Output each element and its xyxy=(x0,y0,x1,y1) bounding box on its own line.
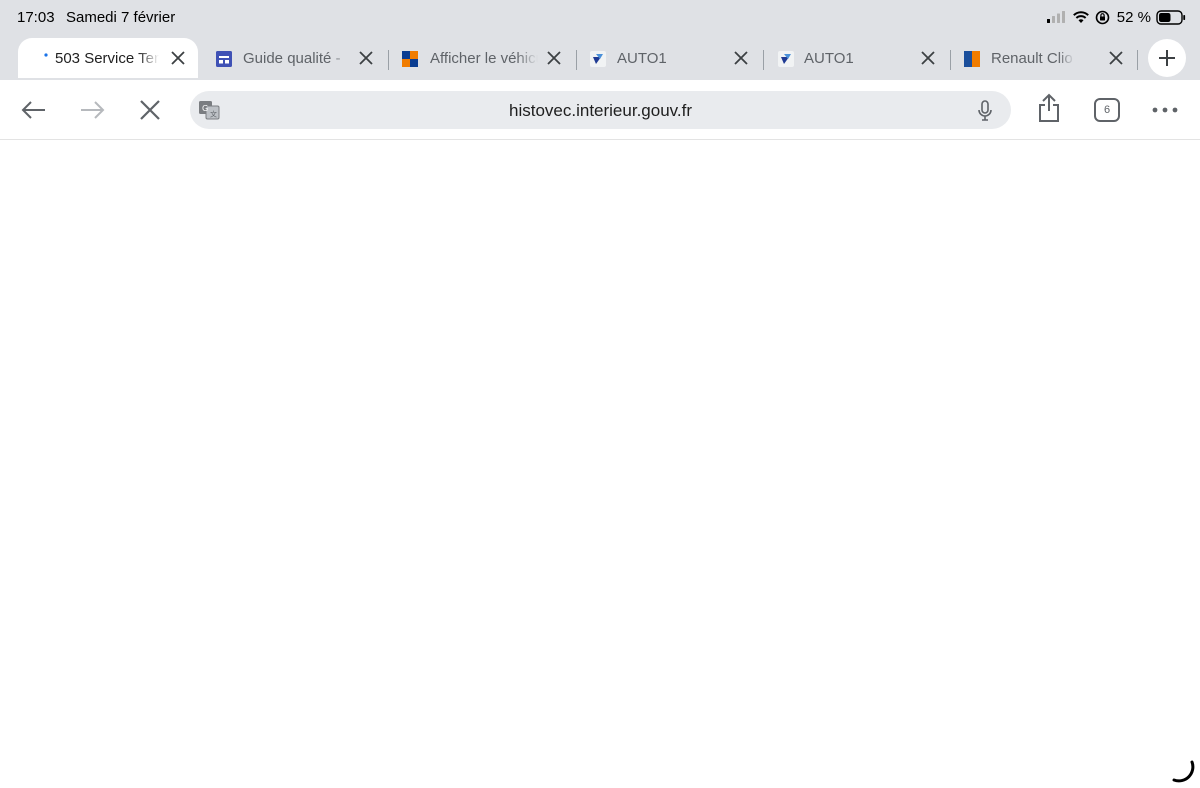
status-bar: 17:03 Samedi 7 février 52 % xyxy=(0,0,1200,34)
wifi-icon xyxy=(1072,11,1089,23)
tab-title: 503 Service Temporarily Unavailable xyxy=(55,50,159,67)
share-icon xyxy=(1039,93,1059,122)
tab-afficher-vehicule[interactable]: Afficher le véhicule xyxy=(396,38,574,78)
browser-chrome: 17:03 Samedi 7 février 52 % 503 Service … xyxy=(0,0,1200,140)
battery-icon xyxy=(1156,9,1186,25)
tab-strip: 503 Service Temporarily Unavailable Guid… xyxy=(0,36,1200,80)
close-icon[interactable] xyxy=(358,50,374,66)
page-content xyxy=(0,141,1200,788)
tab-separator xyxy=(1137,50,1138,70)
cellular-signal-icon xyxy=(1046,11,1065,23)
tab-guide-qualite[interactable]: Guide qualité - xyxy=(210,38,386,78)
more-horizontal-icon xyxy=(1152,107,1178,113)
tab-title: Afficher le véhicule xyxy=(430,50,538,67)
tab-auto1-second[interactable]: AUTO1 xyxy=(772,38,948,78)
plus-icon xyxy=(1159,50,1175,66)
stop-loading-button[interactable] xyxy=(136,96,164,124)
status-indicators: 52 % xyxy=(1046,8,1186,26)
url-text[interactable]: histovec.interieur.gouv.fr xyxy=(190,101,1011,121)
close-icon[interactable] xyxy=(920,50,936,66)
auto1-logo-icon xyxy=(778,51,794,67)
new-tab-button[interactable] xyxy=(1148,39,1186,77)
close-icon[interactable] xyxy=(1108,50,1124,66)
tab-title: AUTO1 xyxy=(617,50,667,67)
close-icon[interactable] xyxy=(170,50,186,66)
back-button[interactable] xyxy=(20,96,48,124)
close-icon[interactable] xyxy=(546,50,562,66)
tab-title: Renault Clio 0.9 xyxy=(991,50,1075,67)
battery-percent: 52 % xyxy=(1116,8,1151,26)
status-date: Samedi 7 février xyxy=(66,9,176,26)
tab-separator xyxy=(763,50,764,70)
close-icon[interactable] xyxy=(733,50,749,66)
address-bar[interactable]: G 文 histovec.interieur.gouv.fr xyxy=(190,91,1011,129)
loading-dot-icon xyxy=(44,53,48,57)
microphone-icon[interactable] xyxy=(977,100,993,122)
auto1-logo-icon xyxy=(590,51,606,67)
tab-renault-clio[interactable]: Renault Clio 0.9 xyxy=(958,38,1134,78)
share-button[interactable] xyxy=(1035,93,1063,122)
arrow-right-icon xyxy=(81,101,105,119)
status-time: 17:03 xyxy=(17,9,55,26)
toolbar: G 文 histovec.interieur.gouv.fr 6 xyxy=(0,80,1200,140)
tab-switcher-button[interactable]: 6 xyxy=(1094,98,1120,122)
calendar-app-icon xyxy=(216,51,232,67)
tab-separator xyxy=(950,50,951,70)
tab-separator xyxy=(576,50,577,70)
forward-button[interactable] xyxy=(78,96,106,124)
blue-orange-split-icon xyxy=(964,51,980,67)
tab-separator xyxy=(388,50,389,70)
blue-orange-squares-icon xyxy=(402,51,418,67)
tab-title: Guide qualité - xyxy=(243,50,341,67)
orientation-lock-icon xyxy=(1095,10,1110,24)
tab-auto1-first[interactable]: AUTO1 xyxy=(584,38,760,78)
tab-503-service[interactable]: 503 Service Temporarily Unavailable xyxy=(18,38,198,78)
close-icon xyxy=(140,100,160,120)
tab-title: AUTO1 xyxy=(804,50,854,67)
loading-spinner-icon xyxy=(1172,760,1195,783)
arrow-left-icon xyxy=(21,101,45,119)
more-menu-button[interactable] xyxy=(1151,96,1179,124)
